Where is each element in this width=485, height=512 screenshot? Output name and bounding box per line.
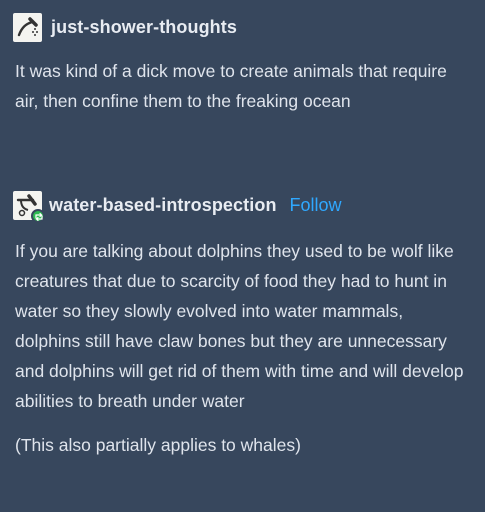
reblog-icon <box>31 208 45 223</box>
post-body: It was kind of a dick move to create ani… <box>15 61 447 111</box>
post-note: (This also partially applies to whales) <box>15 435 301 455</box>
shower-head-icon <box>13 12 42 42</box>
post-body: If you are talking about dolphins they u… <box>15 241 464 411</box>
post-header: water-based-introspection Follow <box>0 188 485 223</box>
post-reply: water-based-introspection Follow If you … <box>0 188 485 460</box>
username-link[interactable]: just-shower-thoughts <box>51 17 237 38</box>
post-header: just-shower-thoughts <box>0 10 485 44</box>
avatar[interactable] <box>13 190 45 223</box>
post-original: just-shower-thoughts It was kind of a di… <box>0 10 485 116</box>
username-link[interactable]: water-based-introspection <box>49 195 277 216</box>
follow-button[interactable]: Follow <box>290 195 342 216</box>
avatar[interactable] <box>13 12 42 42</box>
